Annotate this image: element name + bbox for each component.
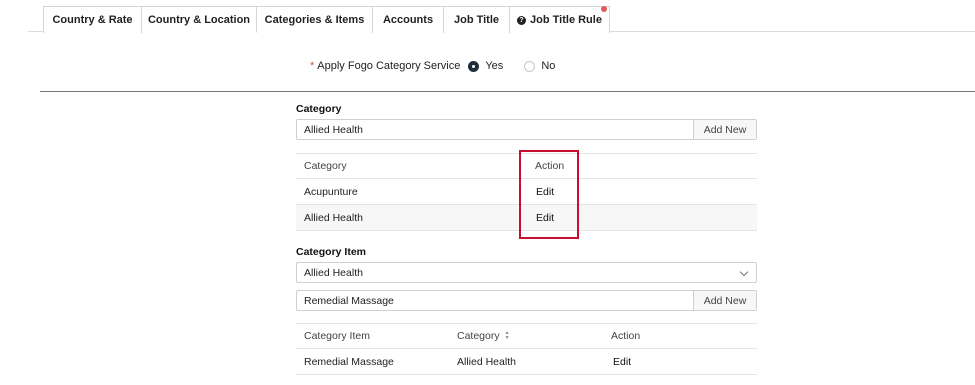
edit-link[interactable]: Edit xyxy=(536,205,554,230)
header-category-item: Category Item xyxy=(304,330,370,342)
radio-no-label[interactable]: No xyxy=(541,60,555,72)
radio-no[interactable] xyxy=(524,60,536,72)
add-category-item-button[interactable]: Add New xyxy=(693,291,756,310)
tab-categories-items[interactable]: Categories & Items xyxy=(256,6,373,33)
category-select-value: Allied Health xyxy=(304,266,363,279)
question-circle-icon: ? xyxy=(517,15,527,25)
header-category-label: Category xyxy=(457,330,500,342)
apply-service-label: Apply Fogo Category Service xyxy=(317,60,461,72)
radio-yes[interactable] xyxy=(468,60,480,72)
header-category-sortable[interactable]: Category ▲ ▼ xyxy=(457,324,510,348)
table-row: Acupunture Edit xyxy=(296,179,757,205)
tab-label: Country & Rate xyxy=(52,14,133,26)
category-input-group: Allied Health Add New xyxy=(296,119,757,140)
item-cell: Remedial Massage xyxy=(304,355,394,368)
tab-job-title-rule[interactable]: ? Job Title Rule xyxy=(509,6,610,33)
category-item-table: Category Item Category ▲ ▼ Action Remedia… xyxy=(296,323,757,375)
category-cell: Allied Health xyxy=(457,355,516,368)
tab-country-location[interactable]: Country & Location xyxy=(141,6,257,33)
required-mark: * xyxy=(310,60,315,72)
table-header-row: Category Action xyxy=(296,153,757,179)
tab-country-rate[interactable]: Country & Rate xyxy=(43,6,142,33)
table-row: Allied Health Edit xyxy=(296,205,757,231)
tab-bar: Country & Rate Country & Location Catego… xyxy=(28,6,975,33)
category-item-input-group: Remedial Massage Add New xyxy=(296,290,757,311)
edit-link[interactable]: Edit xyxy=(536,179,554,204)
tab-label: Categories & Items xyxy=(264,13,365,26)
header-category: Category xyxy=(304,160,347,172)
table-header-row: Category Item Category ▲ ▼ Action xyxy=(296,323,757,349)
category-table: Category Action Acupunture Edit Allied H… xyxy=(296,153,757,231)
category-input[interactable]: Allied Health xyxy=(297,120,693,139)
tab-label: Job Title Rule xyxy=(530,14,602,26)
tab-label: Job Title xyxy=(453,14,500,26)
category-item-input[interactable]: Remedial Massage xyxy=(297,291,693,310)
category-cell: Allied Health xyxy=(304,211,363,224)
divider xyxy=(40,91,975,92)
tab-accounts[interactable]: Accounts xyxy=(372,6,444,33)
sort-icon[interactable]: ▲ ▼ xyxy=(505,331,510,341)
category-item-section-title: Category Item xyxy=(296,246,367,258)
radio-yes-label[interactable]: Yes xyxy=(485,60,503,72)
category-section-title: Category xyxy=(296,103,342,115)
chevron-down-icon xyxy=(739,267,749,277)
tab-job-title[interactable]: Job Title xyxy=(443,6,510,33)
apply-service-row: * Apply Fogo Category Service Yes No xyxy=(310,59,576,73)
category-cell: Acupunture xyxy=(304,185,358,198)
category-select[interactable]: Allied Health xyxy=(296,262,757,283)
tab-label: Country & Location xyxy=(147,14,251,26)
header-action: Action xyxy=(611,330,641,342)
header-action: Action xyxy=(535,160,565,172)
tab-label: Accounts xyxy=(382,14,434,26)
edit-link[interactable]: Edit xyxy=(613,349,631,374)
add-category-button[interactable]: Add New xyxy=(693,120,756,139)
notification-dot xyxy=(601,6,607,12)
table-row: Remedial Massage Allied Health Edit xyxy=(296,349,757,375)
